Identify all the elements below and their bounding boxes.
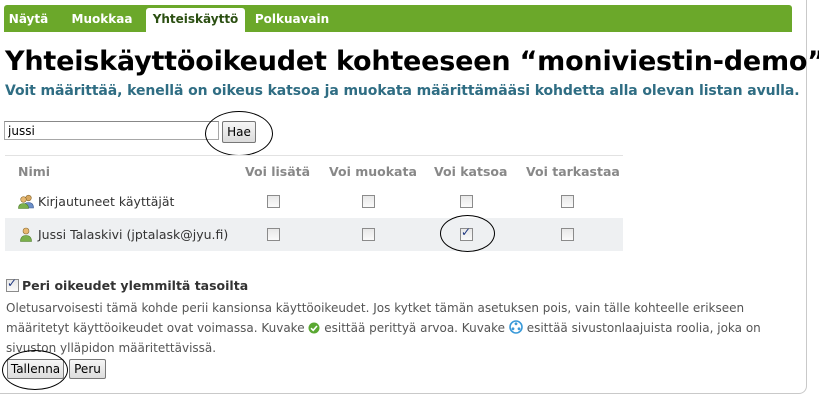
checkbox-edit[interactable]: [362, 195, 375, 208]
checkbox-add[interactable]: [267, 228, 280, 241]
user-icon: [20, 227, 32, 242]
users-group-icon: [18, 194, 34, 209]
checkbox-view[interactable]: [460, 225, 473, 241]
checkbox-view[interactable]: [460, 195, 473, 208]
column-header-review: Voi tarkastaa: [526, 164, 620, 179]
checkbox-review[interactable]: [561, 228, 574, 241]
row-name: Jussi Talaskivi (jptalask@jyu.fi): [38, 227, 229, 242]
tab-muokkaa[interactable]: Muokkaa: [61, 5, 143, 32]
checkbox-edit[interactable]: [362, 228, 375, 241]
cancel-button[interactable]: Peru: [69, 359, 106, 379]
column-header-name: Nimi: [18, 164, 51, 179]
column-header-add: Voi lisätä: [245, 164, 311, 179]
search-button[interactable]: Hae: [222, 121, 256, 143]
page-subtitle: Voit määrittää, kenellä on oikeus katsoa…: [5, 83, 800, 99]
column-header-view: Voi katsoa: [434, 164, 508, 179]
inherit-description: Oletusarvoisesti tämä kohde perii kansio…: [6, 298, 801, 358]
green-check-icon: [308, 322, 320, 334]
row-name: Kirjautuneet käyttäjät: [38, 194, 175, 209]
checkbox-review[interactable]: [561, 195, 574, 208]
tab-polkuavain[interactable]: Polkuavain: [251, 5, 333, 32]
inherit-label: Peri oikeudet ylemmiltä tasoilta: [22, 278, 249, 293]
tab-nayta[interactable]: Näytä: [4, 5, 53, 32]
inherit-checkbox[interactable]: [6, 276, 19, 292]
table-row: Jussi Talaskivi (jptalask@jyu.fi): [5, 218, 623, 251]
save-button[interactable]: Tallenna: [7, 359, 64, 379]
desc-text: esittää perittyä arvoa. Kuvake: [324, 321, 506, 335]
site-role-icon: [509, 320, 523, 334]
search-input[interactable]: [4, 121, 219, 140]
column-header-edit: Voi muokata: [329, 164, 417, 179]
table-row: Kirjautuneet käyttäjät: [5, 185, 623, 218]
checkbox-add[interactable]: [267, 195, 280, 208]
page-title: Yhteiskäyttöoikeudet kohteeseen “monivie…: [5, 46, 819, 77]
tab-yhteiskaytto[interactable]: Yhteiskäyttö: [146, 8, 245, 32]
tab-bar: Näytä Muokkaa Yhteiskäyttö Polkuavain: [4, 5, 792, 32]
table-divider: [5, 155, 623, 156]
